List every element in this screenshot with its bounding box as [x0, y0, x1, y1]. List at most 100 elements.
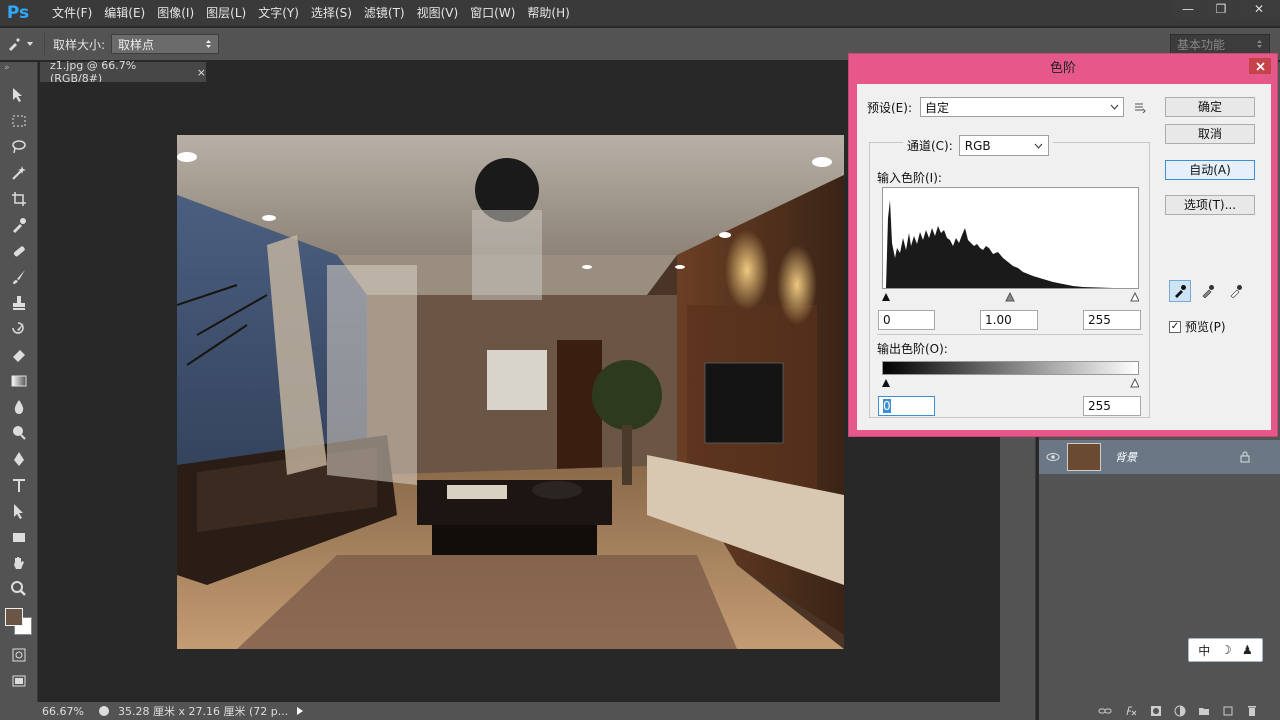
zoom-tool[interactable] [0, 576, 38, 602]
history-brush-icon [12, 322, 24, 334]
person-icon[interactable]: ♟ [1242, 643, 1253, 657]
brush-tool[interactable] [0, 264, 38, 290]
blur-tool[interactable] [0, 394, 38, 420]
eyedropper-tool[interactable] [0, 212, 38, 238]
dodge-tool[interactable] [0, 420, 38, 446]
minimize-button[interactable]: — [1172, 0, 1204, 18]
color-swatches[interactable] [0, 602, 38, 642]
restore-button[interactable]: ❐ [1205, 0, 1237, 18]
black-point-eyedropper[interactable] [1169, 280, 1191, 302]
preset-select[interactable]: 自定 [920, 97, 1124, 117]
layer-name[interactable]: 背景 [1115, 449, 1137, 465]
visibility-toggle[interactable] [1039, 452, 1067, 462]
document-tab[interactable]: z1.jpg @ 66.7%(RGB/8#) × [40, 59, 206, 85]
output-slider[interactable] [882, 377, 1140, 388]
moon-icon[interactable]: ☽ [1221, 643, 1232, 657]
sample-size-select[interactable]: 取样点 [111, 34, 220, 54]
gray-point-eyedropper[interactable] [1197, 280, 1219, 302]
workspace-switcher[interactable]: 基本功能 [1170, 34, 1270, 54]
menu-help[interactable]: 帮助(H) [521, 0, 575, 26]
menu-layer[interactable]: 图层(L) [200, 0, 252, 26]
foreground-color[interactable] [5, 608, 23, 626]
input-white-field[interactable]: 255 [1083, 310, 1141, 330]
hand-tool[interactable] [0, 550, 38, 576]
ok-button[interactable]: 确定 [1165, 97, 1255, 117]
input-gamma-field[interactable]: 1.00 [980, 310, 1038, 330]
menu-edit[interactable]: 编辑(E) [98, 0, 151, 26]
screen-mode-tool[interactable] [0, 668, 38, 694]
rectangle-tool[interactable] [0, 524, 38, 550]
trash-icon[interactable] [1246, 705, 1258, 717]
tool-preset-picker[interactable] [0, 28, 40, 60]
quick-mask-tool[interactable] [0, 642, 38, 668]
cancel-button[interactable]: 取消 [1165, 124, 1255, 144]
move-tool[interactable] [0, 82, 38, 108]
preview-row[interactable]: ✓ 预览(P) [1169, 318, 1226, 335]
auto-button[interactable]: 自动(A) [1165, 160, 1255, 180]
droplet-icon [14, 400, 24, 414]
output-white-field[interactable]: 255 [1083, 396, 1141, 416]
eye-icon [1046, 453, 1060, 461]
clone-stamp-tool[interactable] [0, 290, 38, 316]
output-gradient [882, 361, 1139, 375]
document-image[interactable] [177, 135, 844, 649]
black-eyedropper-icon [1175, 285, 1186, 298]
crop-tool[interactable] [0, 186, 38, 212]
preview-checkbox[interactable]: ✓ [1169, 320, 1181, 333]
magic-wand-icon [12, 166, 26, 180]
new-layer-icon[interactable] [1222, 705, 1234, 717]
close-window-button[interactable]: ✕ [1238, 0, 1280, 18]
input-slider-handles [882, 291, 1140, 302]
dialog-title: 色阶 [1049, 61, 1076, 76]
preset-options-icon[interactable] [1134, 101, 1146, 113]
marquee-tool[interactable] [0, 108, 38, 134]
white-point-eyedropper[interactable] [1225, 280, 1247, 302]
play-arrow-icon[interactable] [296, 706, 304, 716]
histogram [882, 187, 1139, 289]
pen-tool[interactable] [0, 446, 38, 472]
menu-type[interactable]: 文字(Y) [252, 0, 305, 26]
magic-wand-tool[interactable] [0, 160, 38, 186]
menu-window[interactable]: 窗口(W) [464, 0, 521, 26]
output-black-field[interactable]: 0 [878, 396, 935, 416]
link-icon[interactable] [1098, 706, 1112, 716]
channel-value: RGB [964, 138, 991, 153]
eyedropper-icon [9, 38, 20, 51]
options-separator [44, 33, 45, 55]
menu-file[interactable]: 文件(F) [46, 0, 98, 26]
document-size: 35.28 厘米 x 27.16 厘米 (72 p... [118, 705, 289, 718]
path-selection-tool[interactable] [0, 498, 38, 524]
zoom-level[interactable]: 66.67% [0, 705, 84, 718]
type-tool[interactable] [0, 472, 38, 498]
menu-image[interactable]: 图像(I) [151, 0, 200, 26]
history-brush-tool[interactable] [0, 316, 38, 342]
eraser-tool[interactable] [0, 342, 38, 368]
ime-mode[interactable]: 中 [1198, 642, 1210, 659]
options-button[interactable]: 选项(T)... [1165, 195, 1255, 215]
lasso-tool[interactable] [0, 134, 38, 160]
bandage-icon [13, 246, 25, 257]
lasso-icon [12, 140, 26, 154]
input-black-field[interactable]: 0 [878, 310, 935, 330]
output-slider-handles [882, 377, 1140, 388]
sample-size-value: 取样点 [118, 37, 155, 52]
adjustment-icon[interactable] [1174, 705, 1186, 717]
menu-view[interactable]: 视图(V) [411, 0, 465, 26]
dialog-close-button[interactable] [1249, 58, 1271, 74]
healing-brush-tool[interactable] [0, 238, 38, 264]
fx-icon[interactable] [1124, 706, 1138, 716]
histogram-graph [883, 200, 1138, 288]
gradient-tool[interactable] [0, 368, 38, 394]
input-slider[interactable] [882, 291, 1140, 302]
panel-grip[interactable]: » [0, 62, 37, 82]
ime-toolbar[interactable]: 中 ☽ ♟ [1188, 638, 1263, 662]
close-tab-button[interactable]: × [197, 66, 206, 79]
layer-row[interactable]: 背景 [1039, 440, 1280, 474]
channel-select[interactable]: RGB [958, 135, 1049, 156]
menu-select[interactable]: 选择(S) [305, 0, 358, 26]
folder-icon[interactable] [1198, 705, 1210, 717]
mask-icon[interactable] [1150, 705, 1162, 717]
menu-filter[interactable]: 滤镜(T) [358, 0, 411, 26]
chevron-down-icon [1034, 143, 1043, 149]
input-levels-label: 输入色阶(I): [877, 171, 942, 185]
